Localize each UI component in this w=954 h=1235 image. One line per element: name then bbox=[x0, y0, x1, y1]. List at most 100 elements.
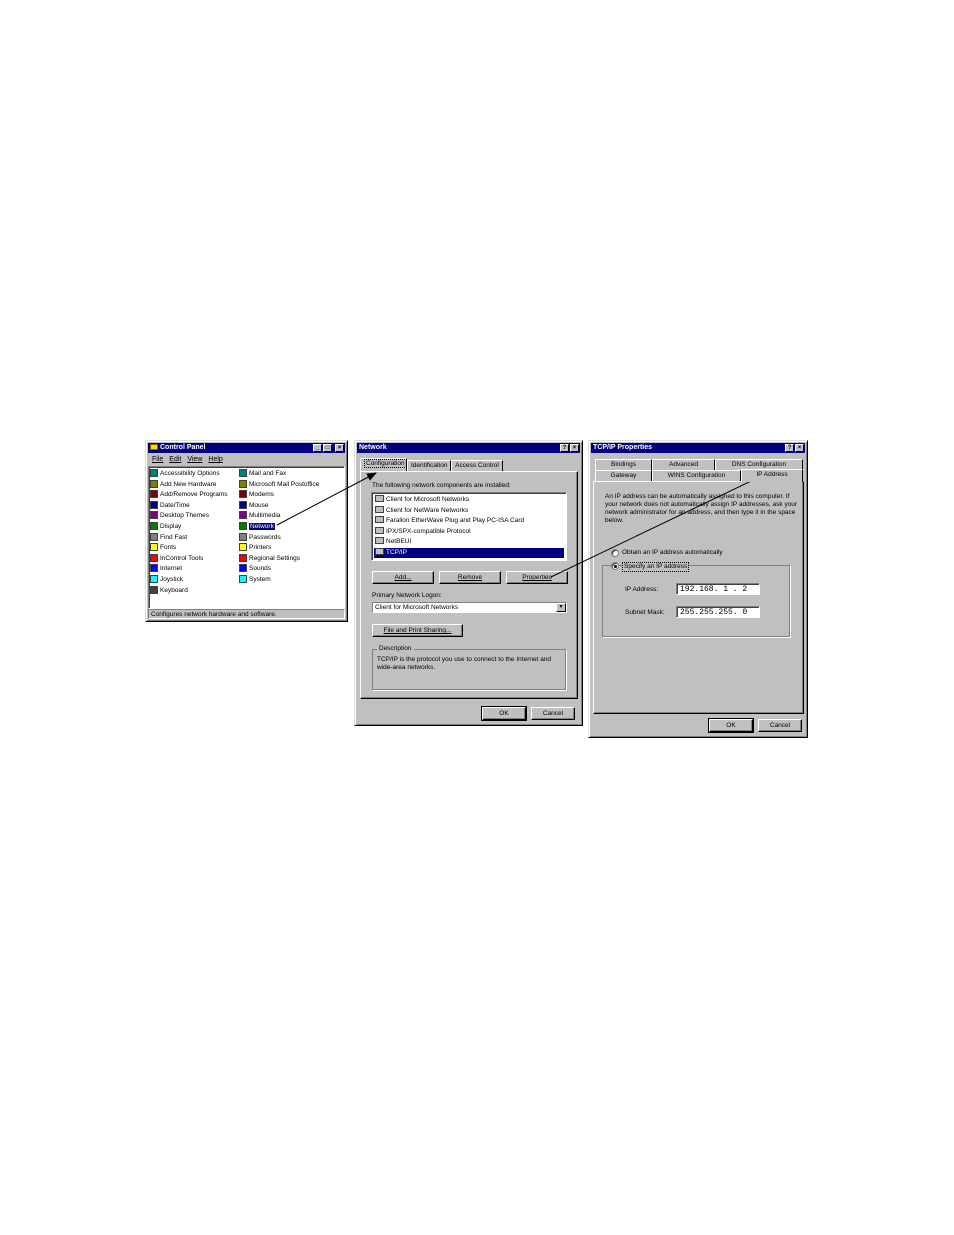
control-panel-item-icon bbox=[239, 511, 247, 520]
components-list[interactable]: Client for Microsoft Networks Client for … bbox=[371, 492, 567, 561]
network-component-icon bbox=[375, 505, 384, 513]
subnet-mask-field[interactable]: 255.255.255. 0 bbox=[676, 606, 760, 618]
control-panel-item[interactable]: Printers bbox=[239, 543, 271, 553]
control-panel-item[interactable]: Display bbox=[150, 522, 181, 532]
network-cancel-button[interactable]: Cancel bbox=[531, 707, 575, 720]
properties-button[interactable]: Properties bbox=[506, 571, 568, 584]
control-panel-item-label: Keyboard bbox=[160, 586, 188, 594]
list-item-label: TCP/IP bbox=[386, 549, 407, 556]
ip-groupbox: Obtain an IP address automatically Speci… bbox=[602, 549, 790, 637]
radio-obtain-auto[interactable] bbox=[611, 549, 619, 557]
control-panel-item-icon bbox=[150, 479, 158, 488]
tab-wins-configuration[interactable]: WINS Configuration bbox=[652, 470, 741, 481]
control-panel-item[interactable]: Desktop Themes bbox=[150, 511, 209, 521]
control-panel-item[interactable]: Microsoft Mail Postoffice bbox=[239, 479, 320, 490]
tab-gateway[interactable]: Gateway bbox=[595, 470, 652, 481]
primary-logon-dropdown[interactable]: Client for Microsoft Networks ▼ bbox=[372, 602, 567, 613]
control-panel-item-label: Fonts bbox=[160, 544, 177, 552]
list-item[interactable]: Farallon EtherWave Plug and Play PC-ISA … bbox=[374, 516, 564, 526]
tcpip-cancel-button[interactable]: Cancel bbox=[758, 719, 802, 732]
list-item[interactable]: TCP/IP bbox=[374, 548, 564, 558]
list-item[interactable]: Client for NetWare Networks bbox=[374, 505, 564, 516]
menu-edit[interactable]: Edit bbox=[169, 456, 181, 463]
control-panel-item-label: Regional Settings bbox=[249, 554, 300, 562]
list-item[interactable]: IPX/SPX-compatible Protocol bbox=[374, 526, 564, 537]
network-component-icon bbox=[375, 516, 384, 524]
maximize-icon[interactable]: □ bbox=[323, 444, 332, 452]
remove-button[interactable]: Remove bbox=[439, 571, 501, 584]
control-panel-item-icon bbox=[150, 490, 158, 499]
list-item-label: IPX/SPX-compatible Protocol bbox=[386, 527, 471, 535]
close-icon[interactable]: × bbox=[570, 444, 579, 452]
tab-ip-address[interactable]: IP Address bbox=[741, 469, 803, 482]
control-panel-item[interactable]: Joystick bbox=[150, 575, 183, 585]
control-panel-item[interactable]: Sounds bbox=[239, 564, 271, 574]
close-icon[interactable]: × bbox=[335, 444, 344, 452]
tab-configuration[interactable]: Configuration bbox=[360, 458, 407, 471]
close-icon[interactable]: × bbox=[795, 444, 804, 452]
file-print-sharing-button[interactable]: File and Print Sharing... bbox=[372, 624, 463, 637]
list-item[interactable]: NetBEUI bbox=[374, 537, 564, 547]
control-panel-item-icon bbox=[150, 469, 158, 477]
control-panel-item-icon bbox=[150, 532, 158, 541]
tab-identification[interactable]: Identification bbox=[407, 460, 451, 471]
tcpip-properties-dialog: TCP/IP Properties ? × Bindings Advanced … bbox=[588, 440, 808, 738]
control-panel-item[interactable]: Regional Settings bbox=[239, 553, 300, 564]
minimize-icon[interactable]: _ bbox=[313, 444, 322, 452]
control-panel-item-label: System bbox=[249, 576, 271, 583]
control-panel-item[interactable]: Find Fast bbox=[150, 532, 187, 543]
chevron-down-icon[interactable]: ▼ bbox=[556, 603, 566, 612]
radio-specify-label[interactable]: Specify an IP address bbox=[622, 562, 690, 572]
tcpip-titlebar[interactable]: TCP/IP Properties ? × bbox=[591, 443, 805, 453]
tab-bindings[interactable]: Bindings bbox=[595, 459, 652, 470]
list-item[interactable]: Client for Microsoft Networks bbox=[374, 495, 564, 505]
control-panel-item[interactable]: Mail and Fax bbox=[239, 469, 286, 479]
menu-help[interactable]: Help bbox=[208, 456, 222, 463]
control-panel-item-icon bbox=[239, 469, 247, 477]
control-panel-menubar: File Edit View Help bbox=[149, 455, 226, 464]
ip-address-panel: An IP address can be automatically assig… bbox=[593, 481, 804, 714]
components-label: The following network components are ins… bbox=[372, 482, 511, 489]
control-panel-item[interactable]: Mouse bbox=[239, 500, 269, 511]
menu-file[interactable]: File bbox=[152, 456, 163, 463]
control-panel-item-label: Microsoft Mail Postoffice bbox=[249, 480, 320, 488]
ip-explanation: An IP address can be automatically assig… bbox=[605, 493, 798, 524]
control-panel-item-label: Internet bbox=[160, 565, 183, 573]
radio-obtain-auto-label[interactable]: Obtain an IP address automatically bbox=[622, 549, 723, 557]
help-icon[interactable]: ? bbox=[560, 444, 569, 452]
network-component-icon bbox=[375, 548, 384, 555]
tcpip-ok-button[interactable]: OK bbox=[708, 718, 754, 733]
help-icon[interactable]: ? bbox=[785, 444, 794, 452]
control-panel-item[interactable]: Network bbox=[239, 522, 275, 532]
control-panel-item-label: Desktop Themes bbox=[160, 512, 210, 520]
control-panel-titlebar[interactable]: Control Panel _ □ × bbox=[148, 443, 345, 453]
ip-address-label: IP Address: bbox=[625, 586, 659, 593]
control-panel-item[interactable]: InControl Tools bbox=[150, 553, 203, 564]
control-panel-item[interactable]: Fonts bbox=[150, 543, 176, 553]
menu-view[interactable]: View bbox=[187, 456, 202, 463]
control-panel-item-label: Network bbox=[249, 523, 275, 530]
control-panel-item[interactable]: Keyboard bbox=[150, 585, 188, 596]
control-panel-item-label: Passwords bbox=[249, 533, 281, 541]
network-ok-button[interactable]: OK bbox=[481, 706, 527, 721]
control-panel-item[interactable]: Internet bbox=[150, 564, 182, 574]
tab-advanced[interactable]: Advanced bbox=[652, 459, 715, 470]
control-panel-item-icon bbox=[150, 575, 158, 583]
tab-access-control[interactable]: Access Control bbox=[451, 460, 503, 471]
control-panel-item[interactable]: Accessibility Options bbox=[150, 469, 220, 479]
control-panel-item[interactable]: Add/Remove Programs bbox=[150, 490, 228, 500]
add-button[interactable]: Add... bbox=[372, 571, 434, 584]
network-titlebar[interactable]: Network ? × bbox=[357, 443, 580, 453]
control-panel-item-icon bbox=[239, 479, 247, 488]
control-panel-item[interactable]: Multimedia bbox=[239, 511, 280, 521]
control-panel-item[interactable]: Add New Hardware bbox=[150, 479, 216, 490]
control-panel-item[interactable]: Date/Time bbox=[150, 500, 190, 511]
control-panel-item-icon bbox=[150, 585, 158, 594]
radio-specify[interactable] bbox=[611, 562, 619, 570]
control-panel-item[interactable]: System bbox=[239, 575, 271, 585]
control-panel-item[interactable]: Passwords bbox=[239, 532, 281, 543]
control-panel-item[interactable]: Modems bbox=[239, 490, 274, 500]
subnet-mask-label: Subnet Mask: bbox=[625, 609, 665, 616]
ip-address-field[interactable]: 192.168. 1 . 2 bbox=[676, 583, 760, 595]
control-panel-item-label: Mouse bbox=[249, 501, 269, 509]
